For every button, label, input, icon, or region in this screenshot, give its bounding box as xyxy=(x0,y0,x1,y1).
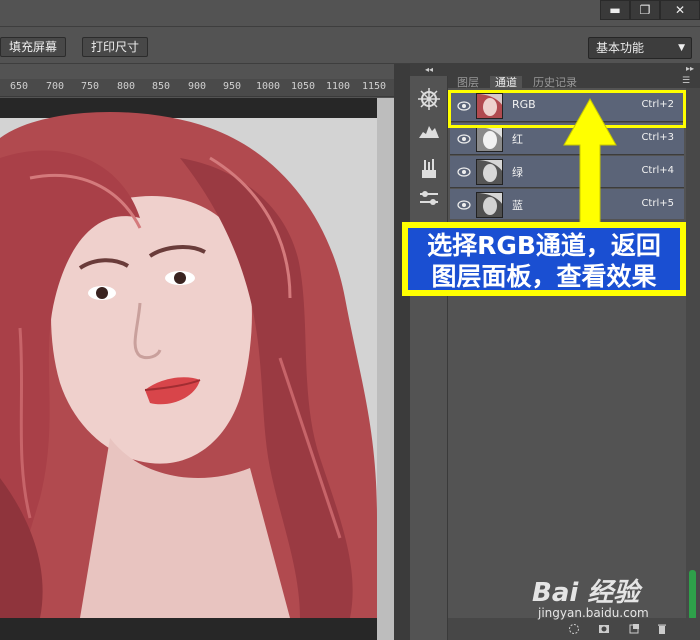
channel-shortcut: Ctrl+5 xyxy=(641,198,674,209)
ruler-tick: 950 xyxy=(223,81,242,92)
watermark-logo: Bai 经验 xyxy=(532,578,640,608)
channel-name: 蓝 xyxy=(512,199,523,212)
panel-splitter[interactable] xyxy=(394,64,410,640)
portrait-photo xyxy=(0,111,377,619)
trash-icon[interactable] xyxy=(656,623,668,635)
ruler-tick: 900 xyxy=(188,81,207,92)
load-selection-icon[interactable] xyxy=(568,623,580,635)
print-size-button[interactable]: 打印尺寸 xyxy=(82,37,149,57)
channel-shortcut: Ctrl+3 xyxy=(641,132,674,143)
canvas-area[interactable] xyxy=(0,98,394,640)
callout-line-2: 图层面板，查看效果 xyxy=(431,262,657,291)
new-channel-icon[interactable] xyxy=(628,623,640,635)
ruler-tick: 850 xyxy=(152,81,171,92)
watermark-url: jingyan.baidu.com xyxy=(538,606,649,620)
ruler-tick: 650 xyxy=(10,81,29,92)
brushes-icon[interactable] xyxy=(416,156,442,182)
chevron-down-icon: ▼ xyxy=(678,43,685,53)
baidu-watermark: Bai 经验 jingyan.baidu.com xyxy=(532,572,682,622)
ruler-tick: 800 xyxy=(117,81,136,92)
workspace-select[interactable]: 基本功能 ▼ xyxy=(588,37,692,59)
options-bar: 填充屏幕 打印尺寸 基本功能 ▼ xyxy=(0,26,700,64)
collapse-dock-button[interactable]: ◂◂ xyxy=(410,64,448,76)
ruler-tick: 750 xyxy=(81,81,100,92)
channel-name: 红 xyxy=(512,133,523,146)
panel-dock-icons: ◂◂ xyxy=(410,64,448,640)
panel-tab-bar: ▸▸ 图层 通道 历史记录 ☰ xyxy=(448,64,700,90)
panel-scrollbar[interactable] xyxy=(686,88,700,640)
navigator-icon[interactable] xyxy=(416,86,442,112)
fill-screen-button[interactable]: 填充屏幕 xyxy=(0,37,67,57)
eye-icon[interactable] xyxy=(457,198,471,212)
tool-presets-icon[interactable] xyxy=(416,186,442,212)
restore-button[interactable]: ❐ xyxy=(630,0,660,20)
panel-menu-icon[interactable]: ☰ xyxy=(682,76,696,86)
eye-icon[interactable] xyxy=(457,165,471,179)
channel-name: 绿 xyxy=(512,166,523,179)
ruler-tick: 1050 xyxy=(291,81,316,92)
histogram-icon[interactable] xyxy=(416,118,442,144)
panel-collapse-button[interactable]: ▸▸ xyxy=(686,64,694,73)
ruler-tick: 1000 xyxy=(256,81,281,92)
instruction-callout: 选择RGB通道，返回 图层面板，查看效果 xyxy=(402,222,686,296)
tab-layers[interactable]: 图层 xyxy=(452,76,484,90)
channel-thumbnail xyxy=(476,126,503,152)
workspace-label: 基本功能 xyxy=(596,41,645,55)
tab-channels[interactable]: 通道 xyxy=(490,76,522,90)
save-mask-icon[interactable] xyxy=(598,623,610,635)
window-controls: ▬ ❐ ✕ xyxy=(600,0,700,22)
ruler-tick: 1150 xyxy=(362,81,387,92)
channel-shortcut: Ctrl+4 xyxy=(641,165,674,176)
eye-icon[interactable] xyxy=(457,132,471,146)
canvas-border xyxy=(377,98,394,640)
arrow-up-icon xyxy=(563,97,617,224)
callout-line-1: 选择RGB通道，返回 xyxy=(427,231,661,260)
horizontal-ruler: 650 700 750 800 850 900 950 1000 1050 11… xyxy=(0,79,394,97)
channel-thumbnail xyxy=(476,192,503,218)
ruler-tick: 1100 xyxy=(326,81,351,92)
channel-thumbnail xyxy=(476,159,503,185)
ruler-tick: 700 xyxy=(46,81,65,92)
minimize-button[interactable]: ▬ xyxy=(600,0,630,20)
close-button[interactable]: ✕ xyxy=(660,0,700,20)
tab-history[interactable]: 历史记录 xyxy=(528,76,582,90)
scrollbar-thumb[interactable] xyxy=(689,570,696,620)
